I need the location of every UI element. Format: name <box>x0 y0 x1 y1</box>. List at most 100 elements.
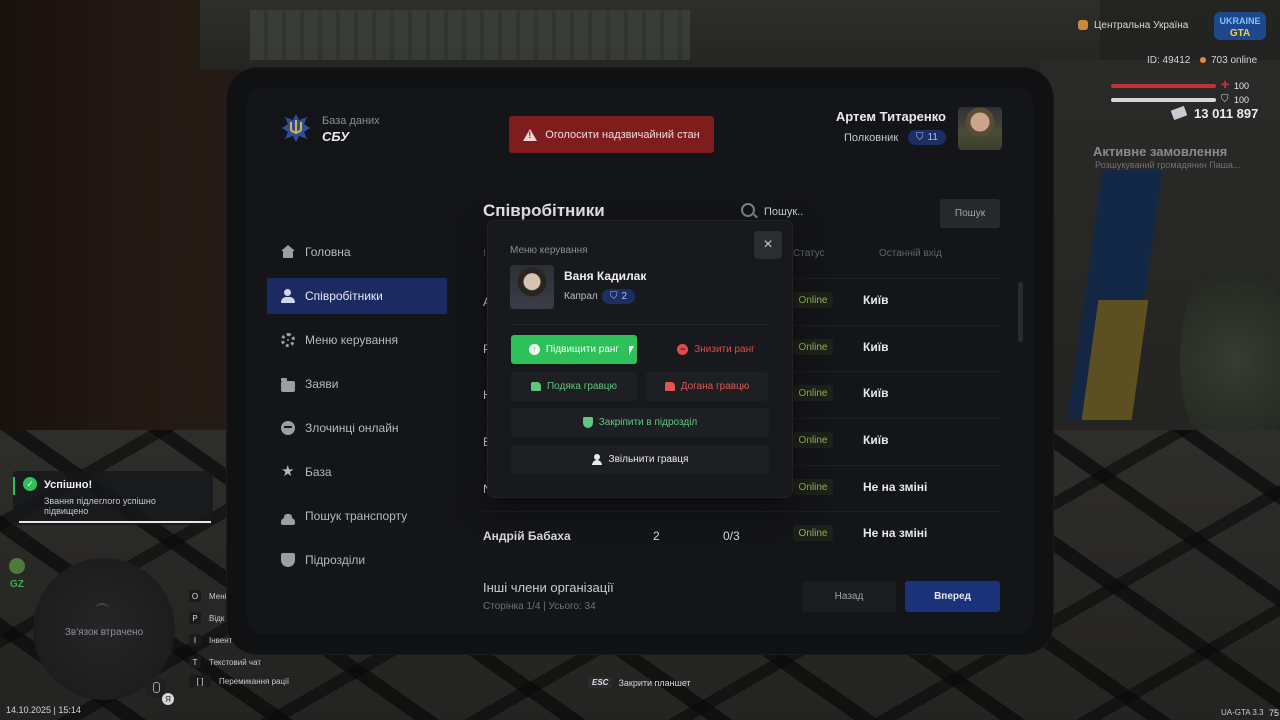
sidebar-item-employees[interactable]: Співробітники <box>267 278 447 314</box>
keybind-label: Інвент <box>209 635 233 645</box>
sidebar-item-applications[interactable]: Заяви <box>267 366 447 402</box>
svg-text:UKRAINE: UKRAINE <box>1219 16 1260 26</box>
back-button[interactable]: Назад <box>802 581 896 612</box>
mic-badge: Я <box>162 693 174 705</box>
keybind-hint: P Відк <box>189 612 224 624</box>
close-tablet-hint: ESC Закрити планшет <box>588 677 691 688</box>
minus-circle-icon: − <box>677 344 689 355</box>
rebuke-button[interactable]: Догана гравцю <box>646 372 768 401</box>
gear-icon <box>281 333 295 347</box>
pagination-info: Сторінка 1/4 | Усього: 34 <box>483 601 596 612</box>
assign-label: Закріпити в підрозділ <box>598 417 698 428</box>
datetime: 14.10.2025 | 15:14 <box>6 705 81 715</box>
online-count: 703 online <box>1200 55 1257 66</box>
status-badge: Online <box>793 479 833 495</box>
arrow-up-icon: ↑ <box>528 344 540 355</box>
keybind-label: Перемикання рації <box>219 676 290 686</box>
warning-icon <box>523 128 538 141</box>
last-login: Київ <box>863 293 889 307</box>
member-name: Ваня Кадилак <box>564 269 647 283</box>
thumbs-up-icon <box>530 382 541 391</box>
folder-icon <box>281 377 295 392</box>
employee-rank: 2 <box>653 529 660 543</box>
emergency-button[interactable]: Оголосити надзвичайний стан <box>509 116 714 153</box>
sidebar-item-label: Пошук транспорту <box>305 509 408 523</box>
keybind-hint: T Текстовий чат <box>189 656 261 668</box>
page-title: Співробітники <box>483 201 605 220</box>
car-icon <box>281 513 295 525</box>
table-row[interactable]: Андрій Бабаха 2 0/3 Online Не на зміні <box>483 511 1000 558</box>
close-button[interactable]: × <box>754 231 782 259</box>
sidebar-item-label: Підрозділи <box>305 553 366 567</box>
shield-icon: ⛉ <box>916 132 924 143</box>
sidebar-item-units[interactable]: Підрозділи <box>267 542 447 578</box>
employee-name: Андрій Бабаха <box>483 529 571 543</box>
player-id: ID: 49412 <box>1147 55 1191 66</box>
sidebar-item-control-menu[interactable]: Меню керування <box>267 322 447 358</box>
status-badge: Online <box>793 525 833 541</box>
member-rank-badge: ⛉ 2 <box>602 289 636 304</box>
mask-icon <box>281 421 295 435</box>
money-value: 13 011 897 <box>1194 106 1259 121</box>
sidebar-item-base[interactable]: ★ База <box>267 454 447 490</box>
brand-subtitle: База даних <box>322 115 380 127</box>
column-header-name: І <box>483 248 486 259</box>
key-cap: T <box>189 656 201 668</box>
sidebar-item-label: Злочинці онлайн <box>305 421 399 435</box>
esc-key: ESC <box>588 677 613 688</box>
next-button[interactable]: Вперед <box>905 581 1000 612</box>
brand-title: СБУ <box>322 129 350 144</box>
promote-label: Підвищити ранг <box>545 344 620 355</box>
health-bar <box>1111 84 1216 88</box>
key-cap: O <box>189 590 201 602</box>
key-cap: [ ] <box>189 675 211 687</box>
promote-button[interactable]: ↑ Підвищити ранг <box>511 335 637 364</box>
last-login: Київ <box>863 340 889 354</box>
keybind-hint: I Інвент <box>189 634 232 646</box>
demote-button[interactable]: − Знизити ранг <box>653 335 779 364</box>
active-order-title: Активне замовлення <box>1093 144 1228 159</box>
sbu-emblem-icon <box>282 114 310 142</box>
region-label: Центральна Україна <box>1094 19 1189 31</box>
thank-button[interactable]: Подяка гравцю <box>511 372 637 401</box>
thank-label: Подяка гравцю <box>546 381 618 392</box>
rebuke-label: Догана гравцю <box>680 381 750 392</box>
fps-counter: 75 <box>1269 708 1280 718</box>
sidebar-item-criminals-online[interactable]: Злочинці онлайн <box>267 410 447 446</box>
armor-bar <box>1111 98 1216 102</box>
shield-plus-icon <box>582 417 593 428</box>
mouse-cursor-icon <box>629 346 634 355</box>
divider <box>510 324 768 325</box>
emergency-button-label: Оголосити надзвичайний стан <box>545 128 700 141</box>
sidebar-item-label: Меню керування <box>305 333 399 347</box>
game-logo: UKRAINE GTA <box>1214 12 1266 40</box>
search-button[interactable]: Пошук <box>940 199 1000 228</box>
status-badge: Online <box>793 385 833 401</box>
no-signal-icon <box>95 603 109 615</box>
dismiss-button[interactable]: Звільнити гравця <box>511 445 769 474</box>
active-order-subtitle: Розшукуваний громадянин Паша... <box>1095 160 1241 170</box>
armor-value: 100 <box>1234 95 1250 105</box>
user-rank-badge: ⛉ 11 <box>908 130 946 145</box>
sidebar-item-label: Головна <box>305 245 351 259</box>
success-toast: ✓ Успішно! Звання підлеглого успішно під… <box>13 471 213 525</box>
sidebar-item-vehicle-search[interactable]: Пошук транспорту <box>267 498 447 534</box>
sidebar-item-home[interactable]: Головна <box>267 234 447 270</box>
star-icon: ★ <box>281 463 295 480</box>
control-menu-modal: Меню керування × Ваня Кадилак Капрал ⛉ 2… <box>488 221 792 497</box>
last-login: Київ <box>863 433 889 447</box>
assign-unit-button[interactable]: Закріпити в підрозділ <box>511 408 769 437</box>
user-rank: Полковник <box>844 132 899 144</box>
game-version: UA-GTA 3.3 <box>1221 708 1264 717</box>
region-indicator: Центральна Україна <box>1078 17 1198 33</box>
close-icon: × <box>763 236 773 253</box>
status-badge: Online <box>793 339 833 355</box>
demote-label: Знизити ранг <box>694 344 755 355</box>
keybind-hint: [ ] Перемикання рації <box>189 675 289 687</box>
scrollbar[interactable] <box>1018 282 1023 342</box>
user-rank-level: 11 <box>927 132 938 143</box>
last-login: Київ <box>863 386 889 400</box>
sidebar-item-label: Співробітники <box>305 289 383 303</box>
keybind-label: Відк <box>209 613 225 623</box>
green-zone-icon <box>9 558 25 574</box>
